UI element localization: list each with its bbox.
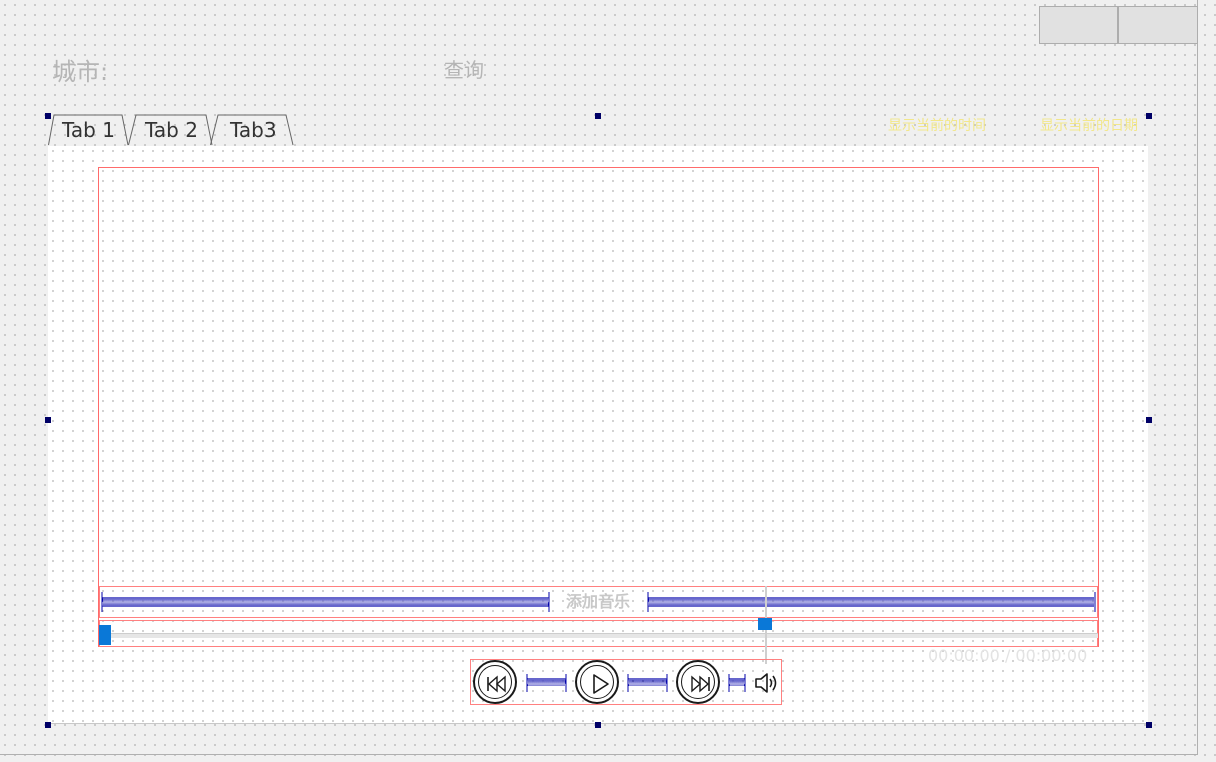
controls-spacer-3 [728,674,746,692]
selection-handle [1146,417,1152,423]
volume-button[interactable] [752,670,780,696]
current-time-label: 显示当前的时间 [888,118,986,134]
selection-handle [45,113,51,119]
progress-slider[interactable] [100,633,1098,638]
time-display: 00:00:00 / 00:00:00 [928,646,1088,665]
tab-3-label: Tab3 [230,118,277,142]
play-button[interactable] [575,660,619,704]
tab-3[interactable]: Tab3 [210,114,296,146]
tab-1-label: Tab 1 [62,118,115,142]
progress-slider-handle[interactable] [99,625,111,645]
tab-2[interactable]: Tab 2 [128,114,214,146]
selection-handle [595,722,601,728]
volume-slider-handle[interactable] [758,618,772,630]
tab-1[interactable]: Tab 1 [48,114,130,146]
selection-handle [45,722,51,728]
city-label: 城市: [52,58,109,86]
selection-handle [595,113,601,119]
selection-handle [45,417,51,423]
video-display-area [98,167,1099,647]
next-track-button[interactable] [676,660,720,704]
skip-back-icon [487,675,506,693]
top-button-2[interactable] [1118,6,1198,44]
controls-spacer-1 [526,674,567,692]
selection-handle [1146,113,1152,119]
play-icon [593,674,609,694]
top-button-1[interactable] [1039,6,1118,44]
controls-spacer-2 [627,674,668,692]
skip-forward-icon [691,675,710,693]
speaker-icon [755,673,777,693]
previous-track-button[interactable] [473,660,517,704]
selection-handle [1146,722,1152,728]
tab-2-label: Tab 2 [145,118,198,142]
current-date-label: 显示当前的日期 [1040,118,1138,134]
query-button[interactable]: 查询 [444,54,484,83]
add-music-button[interactable]: 添加音乐 [551,589,645,615]
